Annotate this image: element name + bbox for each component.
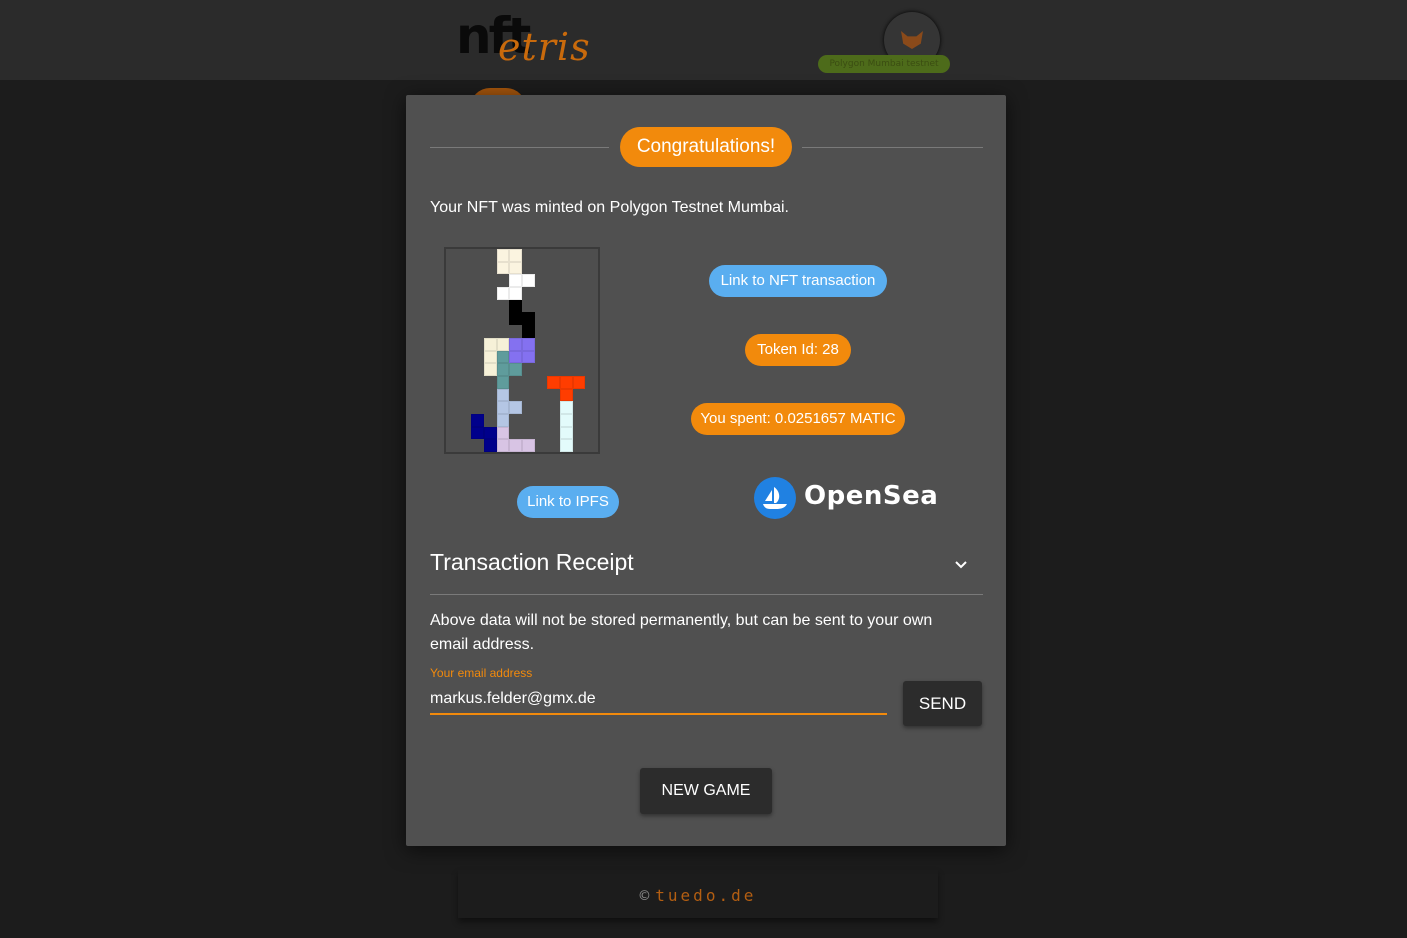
spent-badge: You spent: 0.0251657 MATIC [691, 403, 905, 435]
board-cell [496, 363, 510, 376]
copyright-symbol: © [639, 886, 650, 905]
board-cell [509, 299, 522, 313]
board-cell [484, 363, 497, 376]
board-cell [496, 287, 510, 300]
board-cell [522, 312, 535, 326]
board-cell [572, 375, 586, 389]
top-bar: nft etris Polygon Mumbai testnet [0, 0, 1407, 80]
link-nft-transaction-button[interactable]: Link to NFT transaction [709, 265, 887, 297]
email-field[interactable] [430, 685, 887, 715]
board-cell [484, 426, 497, 440]
board-cell [522, 439, 535, 452]
opensea-link[interactable]: OpenSea [754, 477, 944, 519]
board-cell [496, 350, 510, 364]
board-cell [509, 312, 522, 326]
dialog-title: Congratulations! [620, 127, 792, 167]
board-cell [484, 350, 497, 364]
nftetris-logo[interactable]: nft etris [456, 6, 590, 76]
send-button[interactable]: SEND [903, 681, 982, 726]
board-cell [560, 426, 573, 440]
board-cell [522, 350, 535, 364]
footer-copyright: © tuedo.de [458, 870, 938, 922]
board-cell [471, 426, 484, 440]
board-cell [509, 261, 522, 275]
board-cell [496, 375, 510, 389]
board-cell [509, 274, 522, 288]
metamask-fox-icon [901, 31, 923, 49]
minted-message: Your NFT was minted on Polygon Testnet M… [430, 199, 789, 216]
board-cell [560, 388, 573, 402]
token-id-badge: Token Id: 28 [745, 334, 851, 366]
board-cell [560, 375, 573, 389]
board-cell [471, 413, 484, 427]
board-cell [509, 350, 522, 364]
logo-text-sub: etris [498, 25, 591, 69]
transaction-receipt-expander[interactable]: Transaction Receipt [430, 547, 983, 595]
transaction-receipt-title: Transaction Receipt [430, 549, 634, 575]
board-cell [560, 413, 573, 427]
board-cell [547, 375, 560, 389]
footer-site-link[interactable]: tuedo.de [655, 886, 756, 905]
board-cell [522, 325, 535, 338]
board-cell [509, 439, 522, 452]
board-cell [496, 337, 510, 351]
board-cell [522, 337, 535, 351]
board-cell [509, 249, 522, 262]
new-game-button[interactable]: NEW GAME [640, 768, 772, 814]
link-ipfs-button[interactable]: Link to IPFS [517, 486, 619, 518]
board-cell [496, 249, 510, 262]
board-cell [560, 401, 573, 414]
divider [430, 147, 609, 148]
board-cell [496, 261, 510, 275]
opensea-logo-icon [754, 477, 796, 519]
dialog-title-row: Congratulations! [430, 127, 983, 167]
board-cell [484, 337, 497, 351]
board-cell [496, 439, 510, 452]
chevron-down-icon[interactable] [953, 557, 969, 573]
opensea-wordmark: OpenSea [804, 481, 939, 511]
email-field-label: Your email address [430, 666, 533, 680]
board-cell [496, 401, 510, 414]
board-cell [522, 274, 535, 288]
email-info-text: Above data will not be stored permanentl… [430, 612, 933, 653]
board-cell [509, 337, 522, 351]
board-cell [496, 413, 510, 427]
board-cell [509, 401, 522, 414]
network-chip: Polygon Mumbai testnet [818, 55, 950, 73]
board-cell [509, 287, 522, 300]
board-cell [560, 439, 573, 452]
board-cell [509, 363, 522, 376]
divider [802, 147, 983, 148]
board-cell [496, 388, 510, 402]
board-cell [484, 439, 497, 452]
congratulations-dialog: Congratulations! Your NFT was minted on … [406, 95, 1006, 846]
nft-tetris-board-image [444, 247, 600, 454]
board-cell [496, 426, 510, 440]
